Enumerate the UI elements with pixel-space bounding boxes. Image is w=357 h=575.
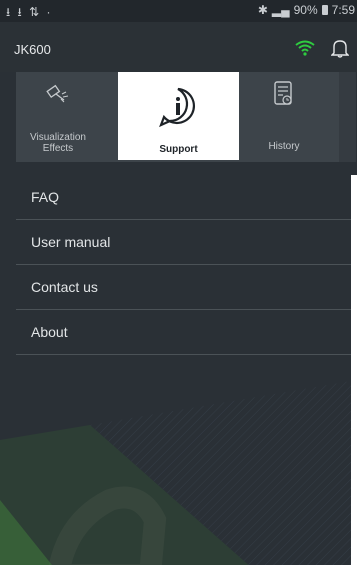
document-history-icon	[273, 80, 295, 111]
tab-support[interactable]: Support	[118, 72, 239, 160]
menu-item-label: User manual	[31, 234, 111, 250]
device-title: JK600	[14, 42, 51, 57]
notification-icons: ⭳ ⭳ ⇅ ·	[6, 5, 53, 19]
signal-icon: ▂▄	[271, 3, 290, 17]
status-bar: ⭳ ⭳ ⇅ · ✱ ▂▄ 90% 7:59	[0, 0, 357, 22]
bluetooth-icon: ✱	[257, 3, 268, 17]
menu-item-label: FAQ	[31, 189, 60, 205]
menu-item-about[interactable]: About	[16, 310, 357, 355]
bell-icon[interactable]	[330, 38, 350, 63]
tab-history[interactable]: History	[242, 72, 326, 162]
menu-item-label: About	[31, 324, 68, 340]
clock: 7:59	[331, 3, 355, 17]
app-screen: ⭳ ⭳ ⇅ · ✱ ▂▄ 90% 7:59 JK600 Visualizatio…	[0, 0, 357, 575]
tab-label: Support	[159, 144, 198, 155]
menu-item-contact-us[interactable]: Contact us	[16, 265, 357, 310]
menu-item-user-manual[interactable]: User manual	[16, 220, 357, 265]
right-edge	[351, 175, 357, 575]
battery-icon	[321, 5, 328, 15]
info-bubble-icon	[157, 86, 199, 131]
wifi-icon[interactable]	[295, 40, 315, 61]
app-header: JK600	[0, 22, 357, 72]
tab-label: History	[268, 141, 300, 152]
menu-item-faq[interactable]: FAQ	[16, 175, 357, 220]
tab-visualization-effects[interactable]: Visualization Effects	[16, 72, 100, 162]
satellite-icon	[44, 82, 72, 109]
tab-label: Visualization Effects	[30, 132, 86, 154]
support-menu: FAQ User manual Contact us About	[16, 175, 357, 355]
menu-item-label: Contact us	[31, 279, 98, 295]
background-logo-watermark	[0, 380, 357, 575]
battery-level: 90%	[293, 3, 318, 17]
tab-bar: Visualization Effects Support History	[16, 72, 356, 162]
tab-bar-edge	[339, 72, 356, 162]
bottom-edge	[0, 565, 357, 575]
